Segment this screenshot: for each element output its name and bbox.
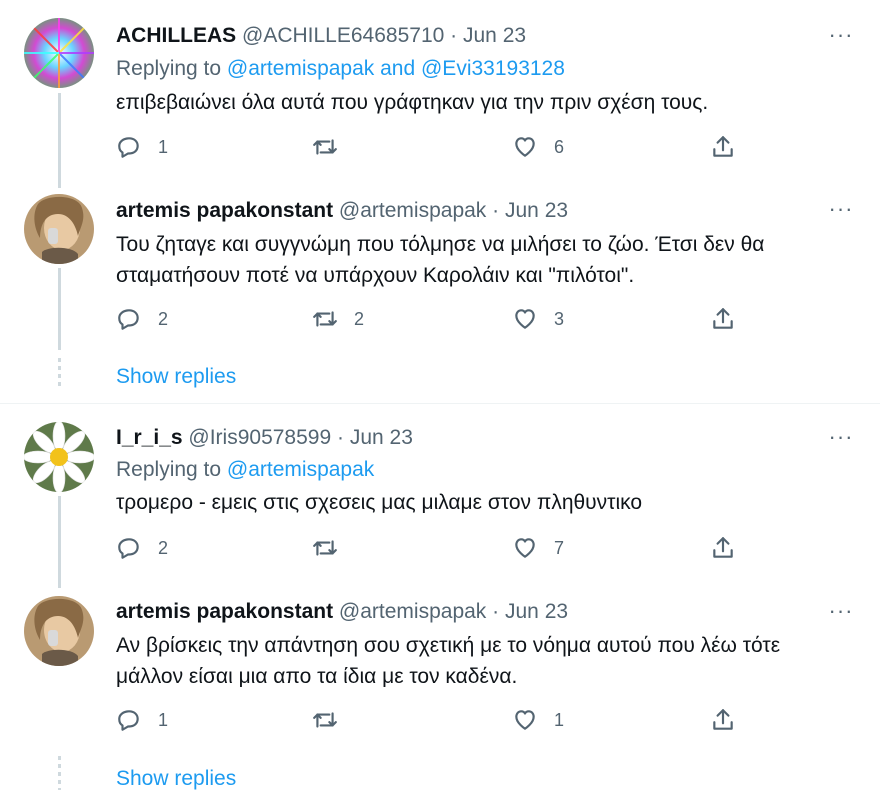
retweet-button[interactable]: 2 <box>312 304 364 334</box>
more-icon[interactable]: ··· <box>828 198 854 228</box>
tweet-date[interactable]: Jun 23 <box>505 600 568 623</box>
more-icon[interactable]: ··· <box>828 600 854 630</box>
reply-icon <box>118 309 139 330</box>
retweet-icon <box>313 139 337 155</box>
tweet-actions: 2 2 3 <box>116 304 756 334</box>
reply-icon <box>118 538 139 559</box>
share-button[interactable] <box>710 132 736 162</box>
separator: · <box>337 426 344 449</box>
share-button[interactable] <box>710 533 736 563</box>
retweet-button[interactable] <box>312 533 354 563</box>
retweet-icon <box>313 712 337 728</box>
tweet-date[interactable]: Jun 23 <box>350 426 413 449</box>
like-count: 1 <box>554 709 565 730</box>
retweet-icon <box>313 540 337 556</box>
share-icon <box>713 537 733 558</box>
replying-prefix: Replying to <box>116 57 222 80</box>
show-replies-link[interactable]: Show replies <box>116 364 236 390</box>
user-handle[interactable]: @Iris90578599 <box>188 426 331 449</box>
share-icon <box>713 709 733 730</box>
separator: · <box>450 24 458 47</box>
like-icon <box>515 137 535 157</box>
like-button[interactable]: 1 <box>512 705 564 735</box>
reply-button[interactable]: 2 <box>116 304 168 334</box>
display-name[interactable]: artemis papakonstant <box>116 600 333 623</box>
like-icon <box>515 710 535 730</box>
tweet-date[interactable]: Jun 23 <box>463 24 526 47</box>
thread-dots <box>58 358 61 388</box>
thread-divider <box>0 403 880 404</box>
avatar-artemis[interactable] <box>24 194 94 264</box>
more-icon[interactable]: ··· <box>828 24 854 54</box>
reply-count: 2 <box>158 308 169 329</box>
user-handle[interactable]: @artemispapak <box>339 600 486 623</box>
display-name[interactable]: I_r_i_s <box>116 426 183 449</box>
like-icon <box>515 538 535 558</box>
user-handle[interactable]: @ACHILLE64685710 <box>242 24 444 47</box>
replying-prefix: Replying to <box>116 458 222 481</box>
display-name[interactable]: ACHILLEAS <box>116 24 236 47</box>
replying-link[interactable]: @artemispapak <box>227 458 374 481</box>
reply-count: 1 <box>158 136 169 157</box>
share-button[interactable] <box>710 705 736 735</box>
separator: · <box>492 199 500 222</box>
thread-line <box>58 496 61 588</box>
tweet-header: artemis papakonstant @artemispapak · Jun… <box>116 599 568 625</box>
thread-line <box>58 93 61 188</box>
show-replies-link[interactable]: Show replies <box>116 766 236 792</box>
reply-icon <box>118 137 139 158</box>
reply-count: 1 <box>158 709 169 730</box>
tweet-text: επιβεβαιώνει όλα αυτά που γράφτηκαν για … <box>116 91 709 114</box>
avatar-achilleas[interactable] <box>24 18 94 88</box>
like-count: 7 <box>554 537 565 558</box>
thread-dots <box>58 756 61 790</box>
tweet-text: Αν βρίσκεις την απάντηση σου σχετική με … <box>116 630 846 692</box>
share-icon <box>713 308 733 329</box>
replying-to: Replying to @artemispapak <box>116 457 374 483</box>
tweet-text-line: Του ζηταγε και συγγνώμη που τόλμησε να μ… <box>116 233 765 256</box>
tweet-text-line: Αν βρίσκεις την απάντηση σου σχετική με … <box>116 634 781 657</box>
tweet-header: artemis papakonstant @artemispapak · Jun… <box>116 198 568 224</box>
share-icon <box>713 136 733 157</box>
like-count: 6 <box>554 136 565 157</box>
more-icon[interactable]: ··· <box>828 426 854 456</box>
reply-icon <box>118 710 139 731</box>
like-button[interactable]: 6 <box>512 132 564 162</box>
like-icon <box>515 309 535 329</box>
like-button[interactable]: 7 <box>512 533 564 563</box>
tweet-header: ACHILLEAS @ACHILLE64685710 · Jun 23 <box>116 23 526 49</box>
avatar-iris[interactable] <box>24 422 94 492</box>
user-handle[interactable]: @artemispapak <box>339 199 486 222</box>
reply-count: 2 <box>158 537 169 558</box>
retweet-count: 2 <box>354 308 365 329</box>
tweet-text-line: μάλλον είσαι μια απο τα ίδια με τον καδέ… <box>116 665 518 688</box>
like-button[interactable]: 3 <box>512 304 564 334</box>
thread-line <box>58 268 61 350</box>
reply-button[interactable]: 2 <box>116 533 168 563</box>
tweet-text: Του ζηταγε και συγγνώμη που τόλμησε να μ… <box>116 229 846 291</box>
tweet-actions: 2 7 <box>116 533 756 563</box>
reply-button[interactable]: 1 <box>116 705 168 735</box>
display-name[interactable]: artemis papakonstant <box>116 199 333 222</box>
retweet-button[interactable] <box>312 132 354 162</box>
tweet-actions: 1 1 <box>116 705 756 735</box>
reply-button[interactable]: 1 <box>116 132 168 162</box>
tweet-date[interactable]: Jun 23 <box>505 199 568 222</box>
tweet-actions: 1 6 <box>116 132 756 162</box>
tweet-header: I_r_i_s @Iris90578599 · Jun 23 <box>116 425 413 451</box>
replying-to: Replying to @artemispapak and @Evi331931… <box>116 56 565 82</box>
tweet-text-line: σταματήσουν ποτέ να υπάρχουν Καρολάιν κα… <box>116 264 635 287</box>
avatar-artemis[interactable] <box>24 596 94 666</box>
separator: · <box>492 600 500 623</box>
like-count: 3 <box>554 308 565 329</box>
retweet-icon <box>313 311 337 327</box>
share-button[interactable] <box>710 304 736 334</box>
replying-link[interactable]: @artemispapak and @Evi33193128 <box>227 57 565 80</box>
tweet-text: τρομερο - εμεις στις σχεσεις μας μιλαμε … <box>116 491 643 514</box>
retweet-button[interactable] <box>312 705 354 735</box>
